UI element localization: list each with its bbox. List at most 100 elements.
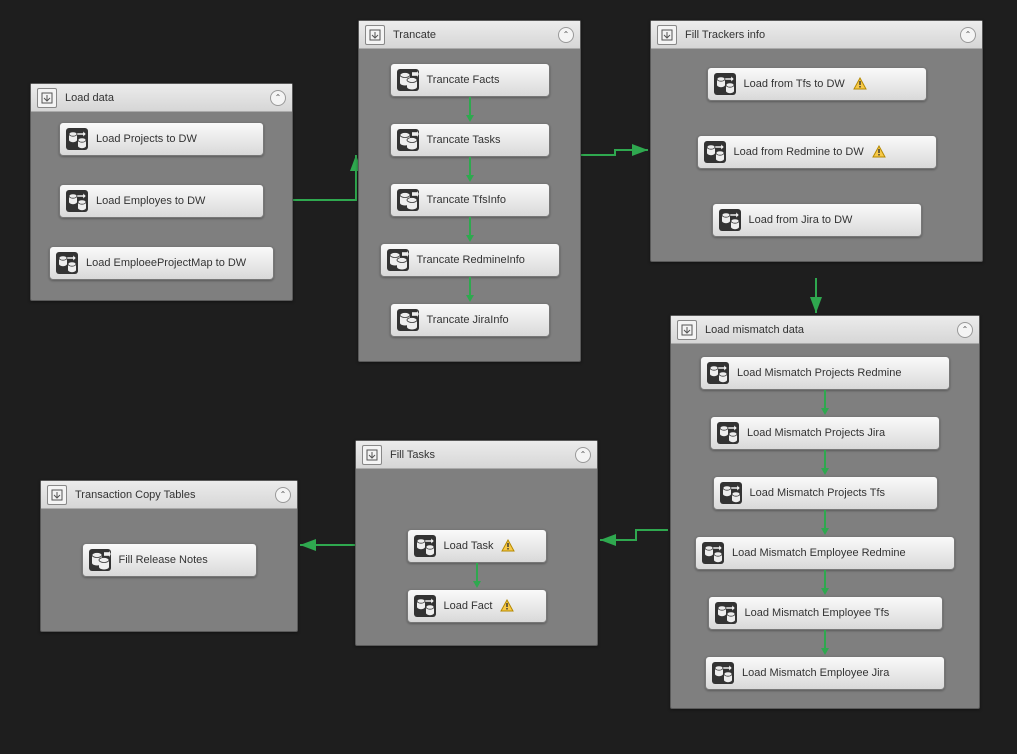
task-load-from-tfs[interactable]: Load from Tfs to DW <box>707 67 927 101</box>
container-body: Load from Tfs to DW Load from Redmine to… <box>651 49 982 261</box>
dataflow-icon <box>56 252 78 274</box>
collapse-button[interactable]: ⌃ <box>960 27 976 43</box>
task-mismatch-projects-tfs[interactable]: Load Mismatch Projects Tfs <box>713 476 938 510</box>
task-label: Trancate Tasks <box>427 134 501 146</box>
dataflow-icon <box>702 542 724 564</box>
container-trancate[interactable]: Trancate ⌃ Trancate Facts Trancate Tasks… <box>358 20 581 362</box>
collapse-button[interactable]: ⌃ <box>270 90 286 106</box>
sequence-icon <box>37 88 57 108</box>
container-load-data[interactable]: Load data ⌃ Load Projects to DW Load Emp… <box>30 83 293 301</box>
flow-arrow <box>469 277 471 303</box>
sequence-icon <box>47 485 67 505</box>
task-label: Load Fact <box>444 600 493 612</box>
task-mismatch-projects-redmine[interactable]: Load Mismatch Projects Redmine <box>700 356 950 390</box>
flow-arrow <box>824 390 826 416</box>
task-trancate-redmineinfo[interactable]: Trancate RedmineInfo <box>380 243 560 277</box>
dataflow-icon <box>715 602 737 624</box>
task-load-emploeeprojectmap[interactable]: Load EmploeeProjectMap to DW <box>49 246 274 280</box>
task-label: Trancate TfsInfo <box>427 194 506 206</box>
container-load-mismatch[interactable]: Load mismatch data ⌃ Load Mismatch Proje… <box>670 315 980 709</box>
task-label: Load EmploeeProjectMap to DW <box>86 257 246 269</box>
task-label: Load Mismatch Employee Tfs <box>745 607 890 619</box>
container-title: Transaction Copy Tables <box>75 489 275 501</box>
warning-icon <box>501 539 515 553</box>
task-trancate-tfsinfo[interactable]: Trancate TfsInfo <box>390 183 550 217</box>
sql-icon <box>397 189 419 211</box>
container-title: Trancate <box>393 29 558 41</box>
task-load-from-redmine[interactable]: Load from Redmine to DW <box>697 135 937 169</box>
task-label: Fill Release Notes <box>119 554 208 566</box>
container-header[interactable]: Fill Trackers info ⌃ <box>651 21 982 49</box>
task-load-from-jira[interactable]: Load from Jira to DW <box>712 203 922 237</box>
dataflow-icon <box>66 128 88 150</box>
flow-arrow <box>824 630 826 656</box>
flow-arrow <box>469 217 471 243</box>
task-label: Load Mismatch Projects Jira <box>747 427 885 439</box>
flow-arrow <box>824 570 826 596</box>
sequence-icon <box>657 25 677 45</box>
dataflow-icon <box>719 209 741 231</box>
dataflow-icon <box>717 422 739 444</box>
container-body: Load Task Load Fact <box>356 469 597 645</box>
container-header[interactable]: Trancate ⌃ <box>359 21 580 49</box>
container-title: Fill Trackers info <box>685 29 960 41</box>
warning-icon <box>853 77 867 91</box>
container-title: Load mismatch data <box>705 324 957 336</box>
container-title: Fill Tasks <box>390 449 575 461</box>
collapse-button[interactable]: ⌃ <box>575 447 591 463</box>
task-label: Load Employes to DW <box>96 195 205 207</box>
task-label: Load Mismatch Employee Jira <box>742 667 889 679</box>
container-body: Load Projects to DW Load Employes to DW … <box>31 112 292 300</box>
dataflow-icon <box>66 190 88 212</box>
container-fill-tasks[interactable]: Fill Tasks ⌃ Load Task Load Fact <box>355 440 598 646</box>
flow-arrow <box>469 97 471 123</box>
warning-icon <box>500 599 514 613</box>
dataflow-icon <box>414 535 436 557</box>
task-fill-release-notes[interactable]: Fill Release Notes <box>82 543 257 577</box>
dataflow-icon <box>714 73 736 95</box>
dataflow-icon <box>720 482 742 504</box>
task-label: Load Mismatch Projects Redmine <box>737 367 901 379</box>
task-label: Load from Jira to DW <box>749 214 853 226</box>
dataflow-icon <box>712 662 734 684</box>
collapse-button[interactable]: ⌃ <box>957 322 973 338</box>
container-body: Fill Release Notes <box>41 509 297 631</box>
container-fill-trackers[interactable]: Fill Trackers info ⌃ Load from Tfs to DW… <box>650 20 983 262</box>
task-load-fact[interactable]: Load Fact <box>407 589 547 623</box>
sql-icon <box>397 309 419 331</box>
container-header[interactable]: Fill Tasks ⌃ <box>356 441 597 469</box>
task-label: Load from Redmine to DW <box>734 146 864 158</box>
container-header[interactable]: Transaction Copy Tables ⌃ <box>41 481 297 509</box>
task-load-employes[interactable]: Load Employes to DW <box>59 184 264 218</box>
task-label: Trancate JiraInfo <box>427 314 509 326</box>
flow-arrow <box>824 450 826 476</box>
task-trancate-jirainfo[interactable]: Trancate JiraInfo <box>390 303 550 337</box>
flow-arrow <box>824 510 826 536</box>
task-load-task[interactable]: Load Task <box>407 529 547 563</box>
task-mismatch-emp-tfs[interactable]: Load Mismatch Employee Tfs <box>708 596 943 630</box>
task-label: Load Mismatch Projects Tfs <box>750 487 886 499</box>
task-label: Trancate Facts <box>427 74 500 86</box>
warning-icon <box>872 145 886 159</box>
task-trancate-tasks[interactable]: Trancate Tasks <box>390 123 550 157</box>
collapse-button[interactable]: ⌃ <box>275 487 291 503</box>
container-header[interactable]: Load data ⌃ <box>31 84 292 112</box>
sql-icon <box>397 69 419 91</box>
task-mismatch-projects-jira[interactable]: Load Mismatch Projects Jira <box>710 416 940 450</box>
collapse-button[interactable]: ⌃ <box>558 27 574 43</box>
dataflow-icon <box>707 362 729 384</box>
task-label: Load Mismatch Employee Redmine <box>732 547 906 559</box>
container-transaction-copy[interactable]: Transaction Copy Tables ⌃ Fill Release N… <box>40 480 298 632</box>
dataflow-icon <box>704 141 726 163</box>
task-mismatch-emp-redmine[interactable]: Load Mismatch Employee Redmine <box>695 536 955 570</box>
task-mismatch-emp-jira[interactable]: Load Mismatch Employee Jira <box>705 656 945 690</box>
container-header[interactable]: Load mismatch data ⌃ <box>671 316 979 344</box>
sequence-icon <box>362 445 382 465</box>
sequence-icon <box>365 25 385 45</box>
sequence-icon <box>677 320 697 340</box>
container-body: Trancate Facts Trancate Tasks Trancate T… <box>359 49 580 361</box>
task-label: Load Projects to DW <box>96 133 197 145</box>
task-load-projects[interactable]: Load Projects to DW <box>59 122 264 156</box>
task-trancate-facts[interactable]: Trancate Facts <box>390 63 550 97</box>
sql-icon <box>89 549 111 571</box>
